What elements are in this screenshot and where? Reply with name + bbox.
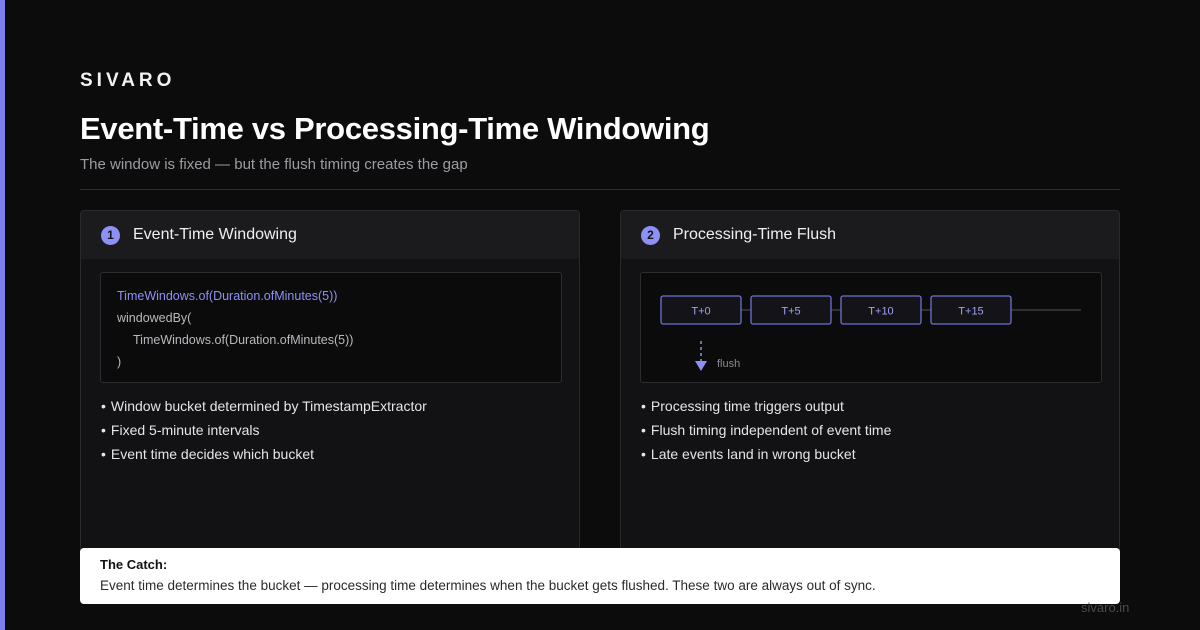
code-line: windowedBy( (117, 311, 192, 325)
page-title: Event-Time vs Processing-Time Windowing (80, 111, 710, 146)
timeline-panel: T+0 T+5 T+10 T+15 flush (640, 272, 1102, 383)
flush-label: flush (717, 358, 740, 370)
window-box: T+15 (930, 295, 1012, 325)
bullet-list: Window bucket determined by TimestampExt… (101, 394, 427, 466)
window-box: T+10 (840, 295, 922, 325)
bullet-list: Processing time triggers output Flush ti… (641, 394, 891, 466)
card-header: 1 Event-Time Windowing (81, 211, 579, 259)
catch-callout: The Catch: Event time determines the buc… (80, 548, 1120, 604)
footer-url: sivaro.in (1081, 600, 1130, 615)
card-title: Processing-Time Flush (673, 226, 837, 243)
step-number-badge: 1 (101, 225, 120, 245)
window-box: T+5 (750, 295, 832, 325)
step-number-badge: 2 (641, 225, 660, 245)
processing-time-card: 2 Processing-Time Flush T+0 T+5 T+10 T+1… (620, 210, 1120, 570)
window-label: T+5 (781, 306, 800, 318)
code-block: TimeWindows.of(Duration.ofMinutes(5)) wi… (100, 272, 562, 383)
bullet-item: Flush timing independent of event time (641, 418, 891, 442)
accent-bar (0, 0, 5, 630)
code-line: TimeWindows.of(Duration.ofMinutes(5)) (133, 333, 354, 347)
card-title: Event-Time Windowing (133, 226, 297, 243)
window-box: T+0 (660, 295, 742, 325)
card-header: 2 Processing-Time Flush (621, 211, 1119, 259)
window-label: T+10 (868, 306, 893, 318)
callout-text: Event time determines the bucket — proce… (100, 578, 876, 593)
callout-title: The Catch: (100, 557, 168, 572)
code-line: TimeWindows.of(Duration.ofMinutes(5)) (117, 289, 338, 303)
timeline-diagram: T+0 T+5 T+10 T+15 flush (660, 295, 1081, 371)
window-label: T+15 (958, 306, 983, 318)
header-divider (80, 189, 1120, 190)
bullet-item: Window bucket determined by TimestampExt… (101, 394, 427, 418)
event-time-card: 1 Event-Time Windowing TimeWindows.of(Du… (80, 210, 580, 570)
code-line: ) (117, 355, 122, 369)
bullet-item: Fixed 5-minute intervals (101, 418, 427, 442)
page-subtitle: The window is fixed — but the flush timi… (80, 156, 468, 173)
bullet-item: Processing time triggers output (641, 394, 891, 418)
bullet-item: Late events land in wrong bucket (641, 442, 891, 466)
window-label: T+0 (691, 306, 710, 318)
arrow-down-icon (695, 361, 707, 371)
brand-logo: SIVARO (80, 70, 176, 91)
bullet-item: Event time decides which bucket (101, 442, 427, 466)
